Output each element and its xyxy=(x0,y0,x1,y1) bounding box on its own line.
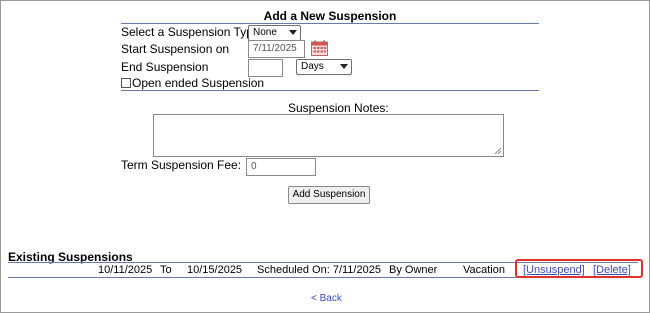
suspension-type: Vacation xyxy=(463,264,505,276)
back-link[interactable]: < Back xyxy=(311,293,342,304)
calendar-icon[interactable] xyxy=(311,40,328,56)
suspension-type-label: Select a Suspension Type xyxy=(121,25,260,39)
fee-label: Term Suspension Fee: xyxy=(121,158,242,172)
form-divider xyxy=(121,90,539,91)
end-unit-select[interactable]: Days xyxy=(296,59,352,75)
suspension-notes-textarea[interactable] xyxy=(153,114,504,157)
suspension-notes-label: Suspension Notes: xyxy=(288,101,389,115)
end-duration-input[interactable] xyxy=(248,59,283,77)
to-label: To xyxy=(160,264,172,276)
suspension-to-date: 10/15/2025 xyxy=(187,264,243,276)
end-unit-value: Days xyxy=(301,61,324,72)
form-title: Add a New Suspension xyxy=(263,9,397,23)
open-ended-checkbox[interactable] xyxy=(121,78,131,88)
start-suspension-label: Start Suspension on xyxy=(121,42,230,56)
end-suspension-label: End Suspension xyxy=(121,60,209,74)
add-suspension-button[interactable]: Add Suspension xyxy=(288,186,370,204)
chevron-down-icon xyxy=(289,30,297,35)
resize-grip-icon[interactable] xyxy=(494,147,502,155)
title-divider xyxy=(121,23,539,24)
created-by: By Owner xyxy=(389,264,438,276)
open-ended-label: Open ended Suspension xyxy=(132,76,265,90)
suspension-type-value: None xyxy=(253,27,277,38)
scheduled-on: Scheduled On: 7/11/2025 xyxy=(257,264,381,276)
fee-input[interactable]: 0 xyxy=(246,158,316,176)
suspension-type-select[interactable]: None xyxy=(248,25,301,41)
suspension-from-date: 10/11/2025 xyxy=(98,264,153,276)
chevron-down-icon xyxy=(340,64,348,69)
start-date-input[interactable]: 7/11/2025 xyxy=(248,40,305,58)
action-links-highlight xyxy=(515,259,643,278)
